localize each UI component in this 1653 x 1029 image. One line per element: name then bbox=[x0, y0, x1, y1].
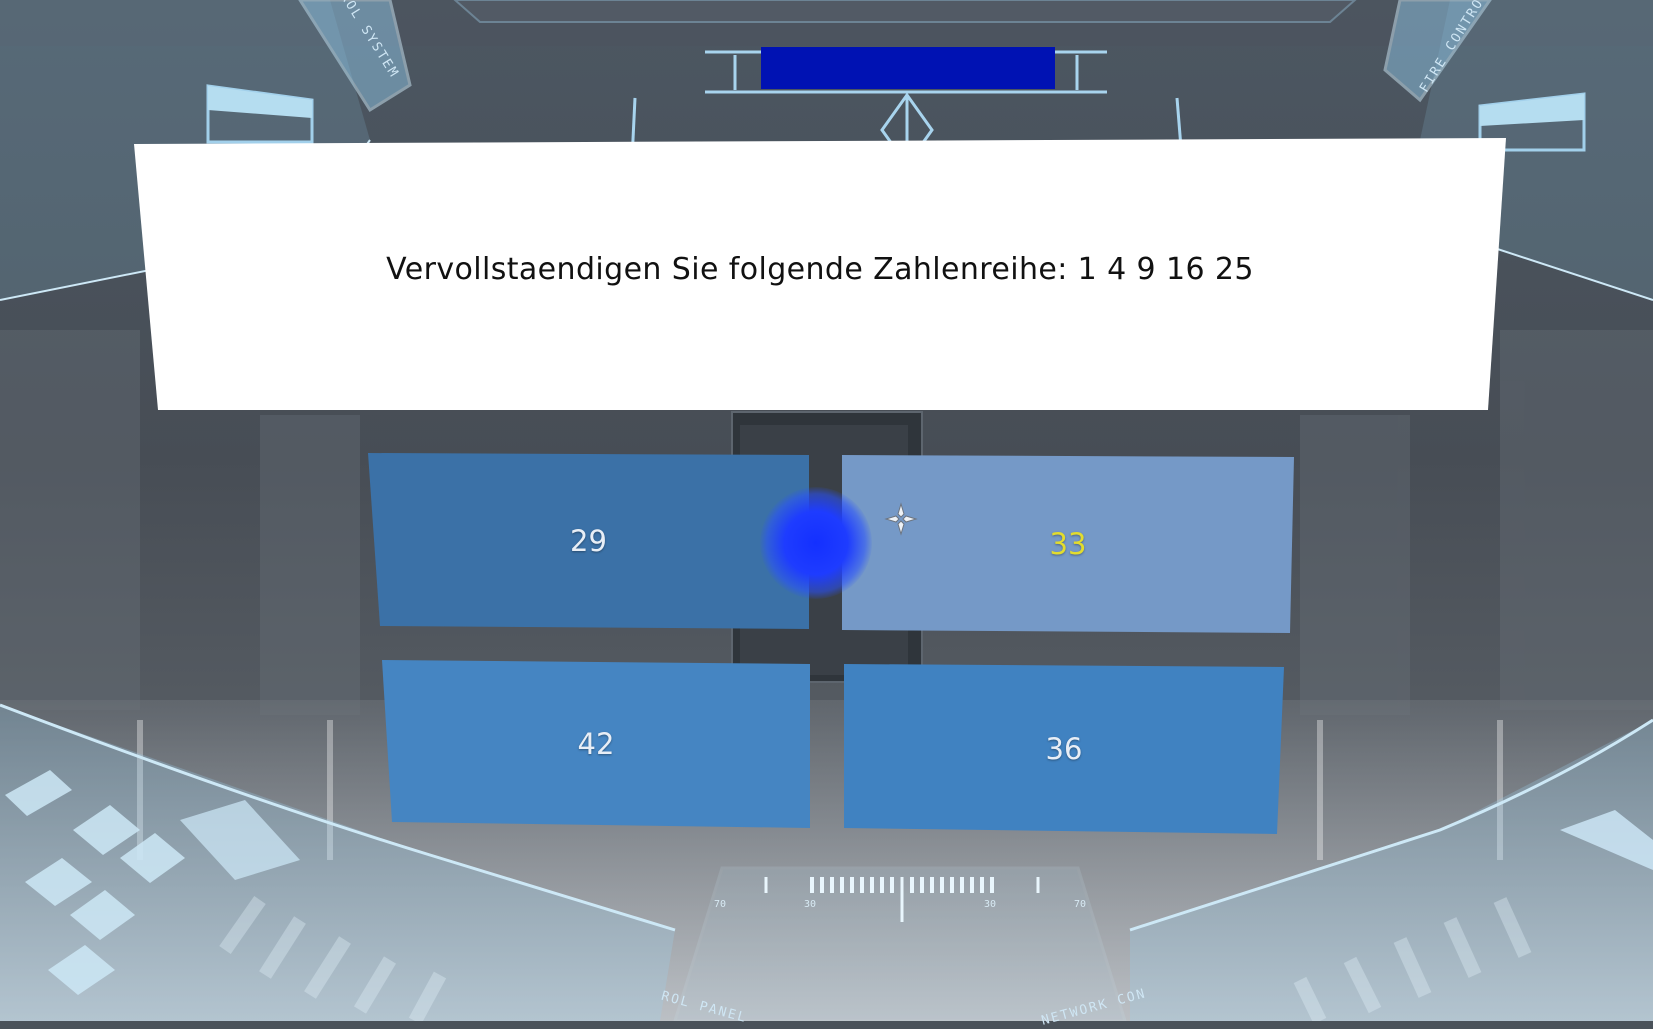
answer-label: 33 bbox=[1049, 527, 1087, 561]
answer-label: 36 bbox=[1045, 732, 1083, 766]
answer-button[interactable]: 36 bbox=[844, 664, 1284, 834]
answer-button-highlighted[interactable]: 33 bbox=[842, 455, 1294, 633]
crosshair-cursor-icon bbox=[884, 502, 918, 536]
answer-label: 42 bbox=[577, 727, 615, 761]
question-panel: Vervollstaendigen Sie folgende Zahlenrei… bbox=[134, 138, 1506, 410]
scale-tick-label: 70 bbox=[1074, 899, 1087, 910]
answer-button[interactable]: 42 bbox=[382, 660, 810, 828]
answer-button[interactable]: 29 bbox=[368, 453, 809, 629]
scale-tick-label: 70 bbox=[714, 899, 727, 910]
header-bar bbox=[761, 47, 1055, 89]
scale-tick-label: 30 bbox=[804, 899, 817, 910]
question-text: Vervollstaendigen Sie folgende Zahlenrei… bbox=[386, 252, 1254, 287]
answer-label: 29 bbox=[570, 524, 607, 558]
scale-tick-label: 30 bbox=[984, 899, 997, 910]
